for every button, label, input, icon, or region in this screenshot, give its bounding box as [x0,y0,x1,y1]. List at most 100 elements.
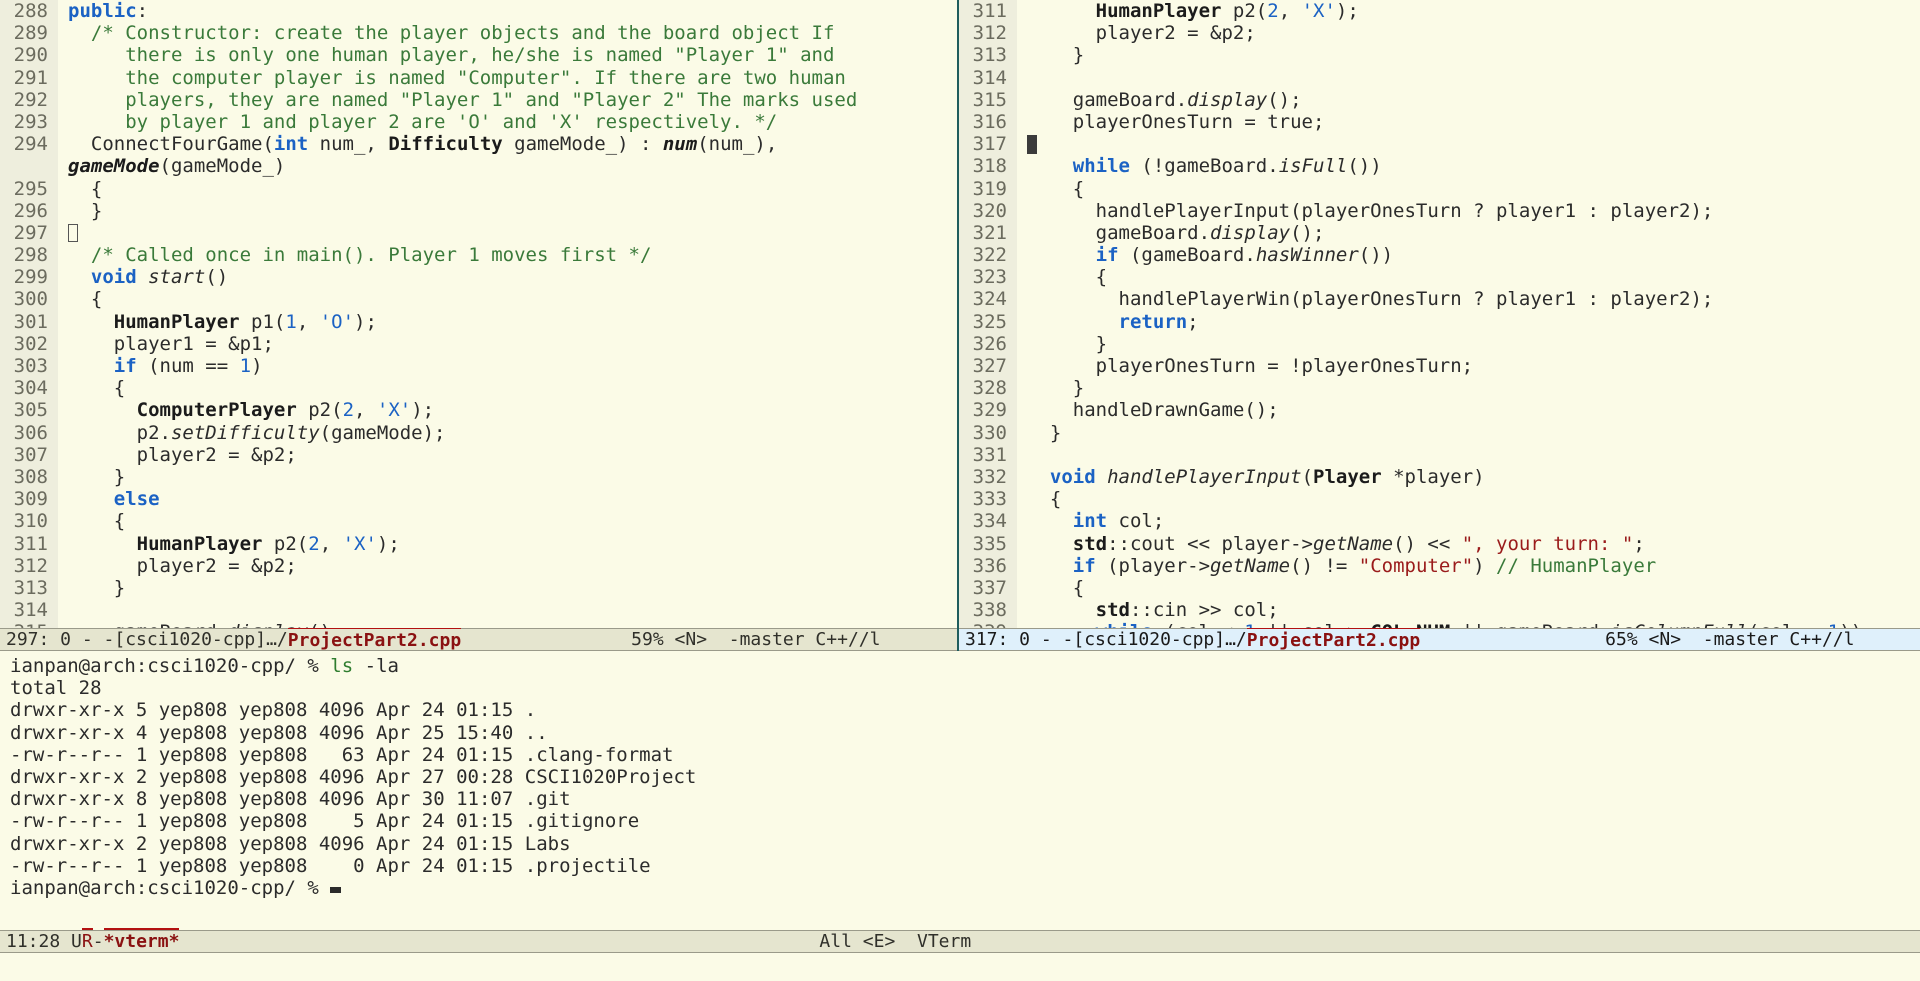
code-line[interactable]: 318 while (!gameBoard.isFull()) [959,155,1920,178]
code-line[interactable]: 292 players, they are named "Player 1" a… [0,88,957,111]
code-line[interactable]: 312 player2 = &p2; [959,22,1920,45]
terminal-window[interactable]: ianpan@arch:csci1020-cpp/ % ls -la total … [0,651,1920,981]
code-line[interactable]: 302 player1 = &p1; [0,332,957,355]
code-line[interactable]: 305 ComputerPlayer p2(2, 'X'); [0,399,957,422]
code-line[interactable]: 326 } [959,332,1920,355]
code-line[interactable]: 297 [0,221,957,245]
code-line[interactable]: 324 handlePlayerWin(playerOnesTurn ? pla… [959,288,1920,311]
line-content[interactable]: if (player->getName() != "Computer") // … [1017,555,1920,577]
code-line[interactable]: 293 by player 1 and player 2 are 'O' and… [0,110,957,134]
modeline-filename[interactable]: ProjectPart2.cpp [287,627,462,652]
line-content[interactable]: std::cin >> col; [1017,599,1920,621]
line-content[interactable]: player2 = &p2; [58,555,957,577]
code-line[interactable]: 306 p2.setDifficulty(gameMode); [0,421,957,444]
line-content[interactable]: handlePlayerInput(playerOnesTurn ? playe… [1017,200,1920,222]
line-content[interactable] [58,222,957,244]
code-line[interactable]: 288 public: [0,0,957,23]
line-content[interactable]: void handlePlayerInput(Player *player) [1017,466,1920,488]
line-content[interactable]: { [1017,577,1920,599]
modeline-terminal[interactable]: 11:28 U R - *vterm* All <E> VTerm [0,928,1920,955]
code-window-right[interactable]: 311 HumanPlayer p2(2, 'X'); 312 player2 =… [959,0,1920,651]
code-line[interactable]: 314 [0,599,957,622]
line-content[interactable]: handleDrawnGame(); [1017,399,1920,421]
line-content[interactable]: if (gameBoard.hasWinner()) [1017,244,1920,266]
line-content[interactable]: if (num == 1) [58,355,957,377]
line-content[interactable]: { [58,377,957,399]
code-line[interactable]: 301 HumanPlayer p1(1, 'O'); [0,310,957,333]
code-line[interactable]: 299 void start() [0,266,957,289]
line-content[interactable]: std::cout << player->getName() << ", you… [1017,533,1920,555]
line-content[interactable]: { [58,178,957,200]
code-line[interactable]: 295 { [0,177,957,200]
code-line[interactable]: 314 [959,66,1920,89]
line-content[interactable]: } [1017,333,1920,355]
code-line[interactable]: 325 return; [959,310,1920,333]
line-content[interactable] [1017,133,1920,155]
line-content[interactable]: /* Constructor: create the player object… [58,22,957,44]
line-content[interactable]: } [1017,377,1920,399]
line-content[interactable]: } [1017,422,1920,444]
code-line[interactable]: 311 HumanPlayer p2(2, 'X'); [0,532,957,555]
echo-area[interactable] [0,953,1920,981]
line-content[interactable]: p2.setDifficulty(gameMode); [58,422,957,444]
code-line[interactable]: 322 if (gameBoard.hasWinner()) [959,244,1920,267]
line-content[interactable]: player2 = &p2; [1017,22,1920,44]
modeline-filename[interactable]: ProjectPart2.cpp [1246,627,1421,652]
line-content[interactable]: player1 = &p1; [58,333,957,355]
line-content[interactable]: HumanPlayer p2(2, 'X'); [58,533,957,555]
line-content[interactable]: { [1017,488,1920,510]
line-content[interactable]: int col; [1017,510,1920,532]
line-content[interactable]: the computer player is named "Computer".… [58,67,957,89]
code-line[interactable]: 307 player2 = &p2; [0,443,957,466]
line-content[interactable]: /* Called once in main(). Player 1 moves… [58,244,957,266]
line-content[interactable]: there is only one human player, he/she i… [58,44,957,66]
code-line[interactable]: 327 playerOnesTurn = !playerOnesTurn; [959,355,1920,378]
code-line[interactable]: 333 { [959,488,1920,511]
modeline-buffer-name[interactable]: *vterm* [103,928,180,955]
line-content[interactable]: void start() [58,266,957,288]
line-content[interactable]: else [58,488,957,510]
code-line[interactable]: 296 } [0,199,957,222]
line-content[interactable]: gameBoard.display(); [1017,222,1920,244]
line-content[interactable]: HumanPlayer p2(2, 'X'); [1017,0,1920,22]
code-line[interactable]: 309 else [0,488,957,511]
line-content[interactable]: while (!gameBoard.isFull()) [1017,155,1920,177]
code-line[interactable]: 334 int col; [959,510,1920,533]
code-line[interactable]: 323 { [959,266,1920,289]
code-line[interactable]: 330 } [959,421,1920,444]
code-line[interactable]: 337 { [959,576,1920,600]
code-line[interactable]: 315 gameBoard.display(); [959,88,1920,111]
line-content[interactable]: { [1017,266,1920,288]
line-content[interactable]: } [58,466,957,488]
line-content[interactable]: playerOnesTurn = !playerOnesTurn; [1017,355,1920,377]
code-line[interactable]: 300 { [0,288,957,311]
code-line[interactable]: 310 { [0,510,957,533]
modeline-left[interactable]: 297: 0 - -[csci1020-cpp]…/ ProjectPart2.… [0,627,957,652]
code-line[interactable]: 335 std::cout << player->getName() << ",… [959,532,1920,555]
buffer-text-left[interactable]: 288 public: 289 /* Constructor: create the… [0,0,957,628]
code-line[interactable]: 311 HumanPlayer p2(2, 'X'); [959,0,1920,23]
code-line[interactable]: 329 handleDrawnGame(); [959,399,1920,422]
line-content[interactable]: } [1017,44,1920,66]
line-content[interactable]: { [58,510,957,532]
code-line[interactable]: 321 gameBoard.display(); [959,221,1920,245]
line-content[interactable]: by player 1 and player 2 are 'O' and 'X'… [58,111,957,133]
code-line[interactable]: 315 gameBoard.display(); [0,621,957,628]
code-line[interactable]: 289 /* Constructor: create the player ob… [0,22,957,45]
line-content[interactable]: { [58,288,957,310]
code-window-left[interactable]: 288 public: 289 /* Constructor: create the… [0,0,957,651]
terminal-output[interactable]: ianpan@arch:csci1020-cpp/ % ls -la total … [0,651,1920,930]
code-line[interactable]: 308 } [0,465,957,489]
code-line[interactable]: 304 { [0,377,957,400]
buffer-text-right[interactable]: 311 HumanPlayer p2(2, 'X'); 312 player2 =… [959,0,1920,628]
modeline-right[interactable]: 317: 0 - -[csci1020-cpp]…/ ProjectPart2.… [959,627,1920,652]
line-content[interactable]: gameMode(gameMode_) [58,155,957,177]
code-line[interactable]: 317 [959,133,1920,156]
code-line[interactable]: 298 /* Called once in main(). Player 1 m… [0,244,957,267]
line-content[interactable]: gameBoard.display(); [58,621,957,628]
line-content[interactable]: HumanPlayer p1(1, 'O'); [58,311,957,333]
line-content[interactable]: gameBoard.display(); [1017,89,1920,111]
line-content[interactable]: return; [1017,311,1920,333]
code-line[interactable]: 290 there is only one human player, he/s… [0,44,957,67]
code-line[interactable]: 332 void handlePlayerInput(Player *playe… [959,465,1920,489]
